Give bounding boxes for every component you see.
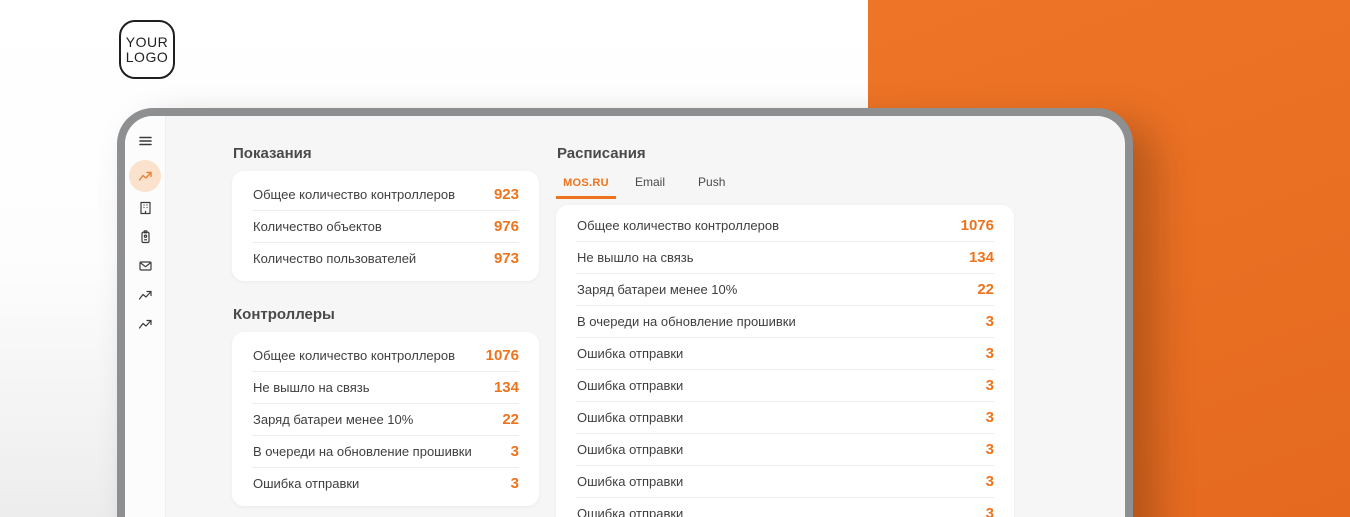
menu-button[interactable]	[130, 126, 160, 155]
stat-row: Общее количество контроллеров 1076	[576, 209, 994, 241]
stat-value: 134	[969, 249, 994, 266]
stat-label: Общее количество контроллеров	[252, 348, 455, 363]
stat-label: Ошибка отправки	[576, 506, 683, 517]
stat-value: 973	[494, 250, 519, 267]
stat-value: 976	[494, 218, 519, 235]
stat-row: Заряд батареи менее 10% 22	[576, 273, 994, 305]
stat-label: Ошибка отправки	[576, 346, 683, 361]
stat-value: 3	[986, 441, 994, 458]
stat-row: Количество пользователей 973	[252, 242, 519, 274]
stat-label: В очереди на обновление прошивки	[576, 314, 796, 329]
sidebar-item-messages[interactable]	[130, 251, 160, 280]
stat-label: Ошибка отправки	[576, 410, 683, 425]
readings-column: Показания Общее количество контроллеров …	[232, 145, 539, 506]
stat-value: 134	[494, 379, 519, 396]
stat-label: Не вышло на связь	[576, 250, 694, 265]
stat-value: 22	[977, 281, 994, 298]
section-title-controllers: Контроллеры	[233, 306, 539, 324]
stat-value: 3	[511, 475, 519, 492]
stat-value: 1076	[486, 347, 519, 364]
sidebar-item-analytics-1[interactable]	[130, 280, 160, 309]
stat-row: Ошибка отправки 3	[576, 401, 994, 433]
stat-label: Заряд батареи менее 10%	[252, 412, 413, 427]
stat-row: Ошибка отправки 3	[252, 467, 519, 499]
logo-text-line1: YOUR	[126, 35, 168, 50]
sidebar-item-analytics-2[interactable]	[130, 309, 160, 338]
stat-label: Ошибка отправки	[252, 476, 359, 491]
stat-row: Не вышло на связь 134	[576, 241, 994, 273]
schedules-column: Расписания MOS.RU Email Push Общее колич…	[556, 145, 1014, 517]
sidebar-item-readings[interactable]	[129, 160, 161, 192]
section-title-schedules: Расписания	[557, 145, 1014, 163]
schedules-tabs: MOS.RU Email Push	[556, 172, 1014, 199]
stat-label: Ошибка отправки	[576, 442, 683, 457]
stat-row: Ошибка отправки 3	[576, 337, 994, 369]
logo-text-line2: LOGO	[126, 50, 168, 65]
stat-value: 3	[986, 313, 994, 330]
stat-row: Ошибка отправки 3	[576, 369, 994, 401]
building-icon	[138, 201, 153, 215]
stat-label: Ошибка отправки	[576, 378, 683, 393]
schedules-card: Общее количество контроллеров 1076 Не вы…	[556, 205, 1014, 517]
stat-value: 923	[494, 186, 519, 203]
stat-value: 22	[502, 411, 519, 428]
stat-row: Не вышло на связь 134	[252, 371, 519, 403]
section-title-readings: Показания	[233, 145, 539, 163]
stat-row: Ошибка отправки 3	[576, 465, 994, 497]
stat-label: Общее количество контроллеров	[252, 187, 455, 202]
tablet-device-frame: Показания Общее количество контроллеров …	[117, 108, 1133, 517]
stat-value: 3	[986, 409, 994, 426]
stat-value: 3	[986, 345, 994, 362]
stat-value: 3	[986, 505, 994, 517]
stat-value: 3	[511, 443, 519, 460]
tab-email[interactable]: Email	[635, 175, 665, 199]
logo: YOUR LOGO	[119, 20, 175, 79]
stat-label: Количество объектов	[252, 219, 382, 234]
stat-value: 1076	[961, 217, 994, 234]
sidebar-item-buildings[interactable]	[130, 193, 160, 222]
mail-icon	[138, 259, 153, 273]
stat-label: Ошибка отправки	[576, 474, 683, 489]
stat-row: Количество объектов 976	[252, 210, 519, 242]
stat-value: 3	[986, 473, 994, 490]
analytics-chart-2-icon	[138, 317, 153, 331]
stat-row: Заряд батареи менее 10% 22	[252, 403, 519, 435]
stat-row: Ошибка отправки 3	[576, 433, 994, 465]
tab-push[interactable]: Push	[698, 175, 725, 199]
stat-row: Общее количество контроллеров 1076	[252, 339, 519, 371]
readings-chart-icon	[138, 169, 153, 183]
stat-row: Общее количество контроллеров 923	[252, 178, 519, 210]
app-screen: Показания Общее количество контроллеров …	[125, 116, 1125, 517]
sidebar	[125, 116, 166, 517]
stat-row: В очереди на обновление прошивки 3	[576, 305, 994, 337]
stat-row: В очереди на обновление прошивки 3	[252, 435, 519, 467]
stat-row: Ошибка отправки 3	[576, 497, 994, 517]
readings-card: Общее количество контроллеров 923 Количе…	[232, 171, 539, 281]
stat-value: 3	[986, 377, 994, 394]
stat-label: Количество пользователей	[252, 251, 416, 266]
menu-icon	[138, 134, 153, 148]
stat-label: Общее количество контроллеров	[576, 218, 779, 233]
analytics-chart-icon	[138, 288, 153, 302]
stat-label: В очереди на обновление прошивки	[252, 444, 472, 459]
stat-label: Не вышло на связь	[252, 380, 370, 395]
sidebar-item-meters[interactable]	[130, 222, 160, 251]
meter-clipboard-icon	[138, 230, 153, 244]
controllers-card: Общее количество контроллеров 1076 Не вы…	[232, 332, 539, 506]
stat-label: Заряд батареи менее 10%	[576, 282, 737, 297]
tab-mosru[interactable]: MOS.RU	[556, 177, 616, 199]
